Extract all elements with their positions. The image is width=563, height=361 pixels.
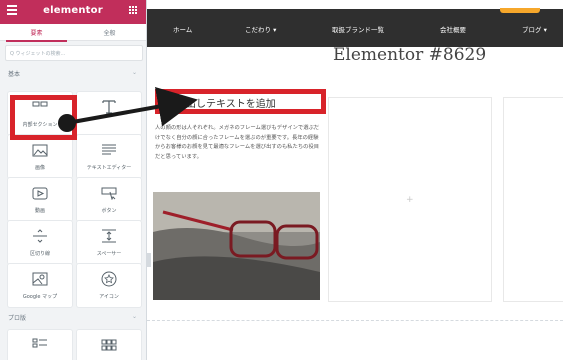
nav-item-brands[interactable]: 取扱ブランド一覧 — [332, 24, 384, 34]
widgets-grid-icon[interactable] — [129, 6, 138, 15]
widget-heading[interactable] — [77, 92, 141, 135]
portfolio-icon — [77, 337, 141, 353]
widget-button[interactable]: ボタン — [77, 178, 141, 221]
widget-label: アイコン — [99, 294, 119, 300]
panel-header: elementor — [0, 0, 146, 24]
widget-portfolio[interactable] — [77, 330, 141, 360]
widget-video[interactable]: 動画 — [8, 178, 72, 221]
panel-collapse-handle[interactable] — [146, 253, 151, 267]
button-icon — [77, 185, 141, 201]
paragraph-text[interactable]: 人の顔の形は人それぞれ。メガネのフレーム選びもデザインで選ぶだけでなく自分の顔に… — [155, 124, 320, 162]
nav-item-blog[interactable]: ブログ ▾ — [522, 24, 547, 34]
category-basic-label: 基本 — [8, 71, 21, 78]
widget-spacer[interactable]: スペーサー — [77, 221, 141, 264]
category-pro-label: プロ版 — [8, 315, 27, 322]
elementor-logo: elementor — [43, 5, 103, 16]
nav-item-company[interactable]: 会社概要 — [440, 24, 466, 34]
posts-icon — [8, 337, 72, 353]
widget-label: スペーサー — [96, 251, 122, 257]
widget-image[interactable]: 画像 — [8, 135, 72, 178]
chevron-down-icon[interactable]: ⌄ — [132, 313, 137, 320]
video-icon — [8, 185, 72, 201]
add-element-plus[interactable]: + — [406, 195, 414, 205]
heading-widget-text[interactable]: 見出しテキストを追加 — [176, 95, 276, 110]
star-icon — [77, 271, 141, 287]
widget-google-map[interactable]: Google マップ — [8, 264, 72, 307]
page-title: Elementor #8629 — [333, 45, 487, 65]
widget-text-editor[interactable]: テキストエディター — [77, 135, 141, 178]
widget-label: テキストエディター — [86, 165, 132, 171]
elementor-panel: elementor 要素 全般 Q ウィジェットの検索... 基本 ⌄ 内部セク… — [0, 0, 147, 360]
tab-global[interactable]: 全般 — [73, 28, 146, 37]
nav-item-kodawari[interactable]: こだわり ▾ — [245, 24, 276, 34]
widget-label: 画像 — [34, 165, 45, 171]
map-icon — [8, 271, 72, 287]
widget-label: 動画 — [34, 208, 45, 214]
widget-divider[interactable]: 区切り線 — [8, 221, 72, 264]
widget-icon[interactable]: アイコン — [77, 264, 141, 307]
chevron-down-icon[interactable]: ⌄ — [132, 69, 137, 76]
widget-search-input[interactable]: Q ウィジェットの検索... — [5, 45, 143, 61]
add-section-area[interactable] — [147, 320, 563, 361]
widget-label: Google マップ — [22, 294, 58, 300]
empty-column-right[interactable] — [503, 97, 563, 302]
highlight-box-inner-section — [10, 95, 77, 140]
nav-item-home[interactable]: ホーム — [173, 24, 192, 34]
panel-tabs: 要素 全般 — [0, 24, 146, 42]
text-editor-icon — [77, 142, 141, 158]
glasses-photo[interactable] — [153, 192, 320, 300]
tab-elements[interactable]: 要素 — [0, 28, 73, 42]
search-placeholder: Q ウィジェットの検索... — [10, 51, 66, 57]
nav-accent-tab — [500, 8, 540, 13]
divider-icon — [8, 228, 72, 244]
widget-label: 区切り線 — [29, 251, 50, 257]
widget-posts[interactable] — [8, 330, 72, 360]
heading-icon — [77, 99, 141, 115]
spacer-icon — [77, 228, 141, 244]
site-nav: ホーム こだわり ▾ 取扱ブランド一覧 会社概要 ブログ ▾ — [147, 8, 563, 47]
image-icon — [8, 142, 72, 158]
widget-label: ボタン — [101, 208, 117, 214]
